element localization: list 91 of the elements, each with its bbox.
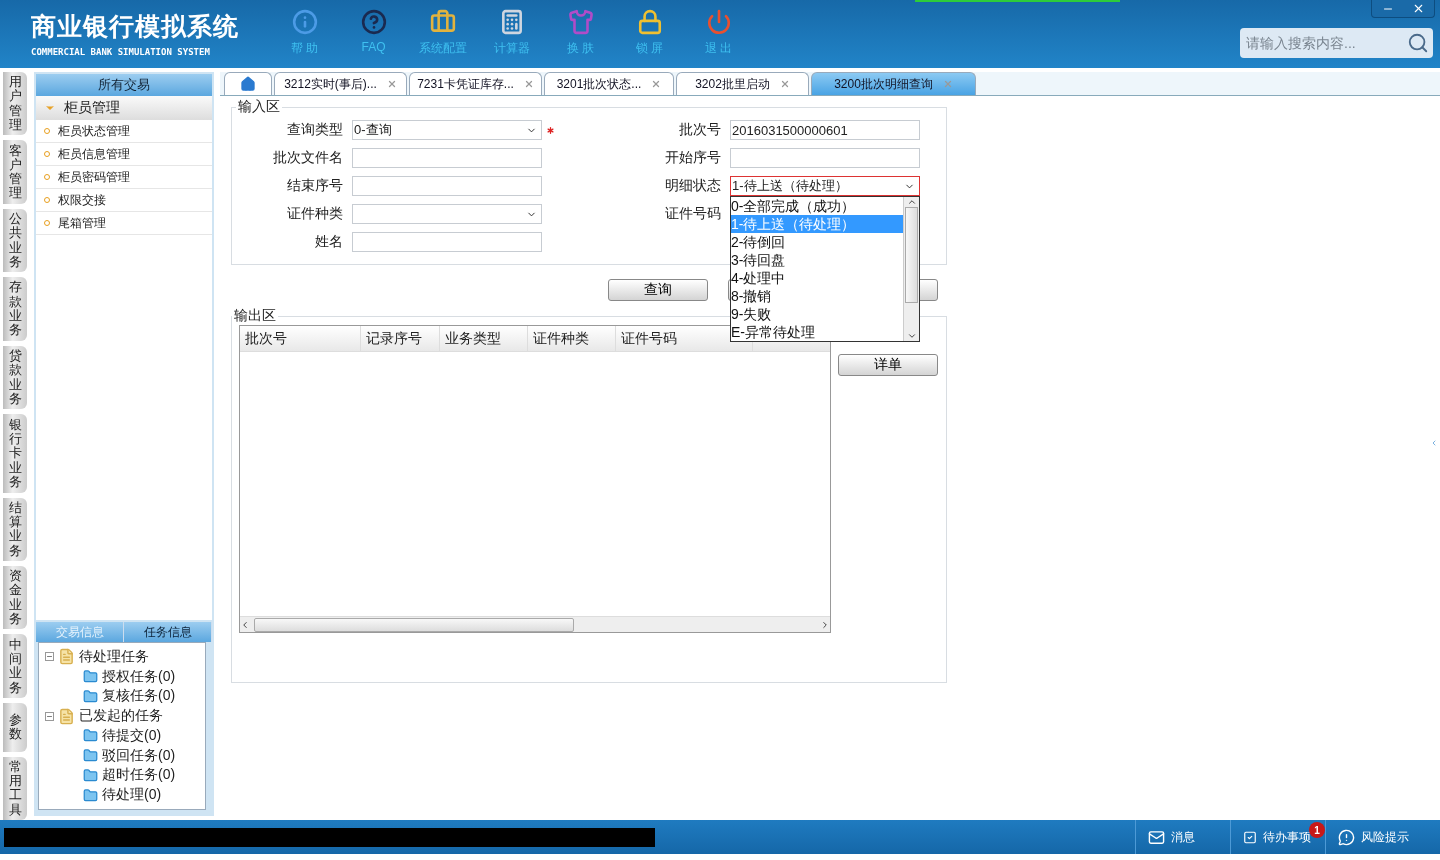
close-icon[interactable]	[779, 79, 790, 89]
section-legend: 输入区	[236, 98, 282, 116]
side-nav-tab[interactable]: 存款业务	[3, 277, 27, 341]
field-label: 证件种类	[286, 205, 343, 223]
tree-leaf[interactable]: 复核任务(0)	[45, 686, 199, 707]
group-label: 柜员管理	[64, 99, 120, 117]
side-nav-tab[interactable]: 银行卡业务	[3, 414, 27, 493]
power-icon	[705, 9, 732, 35]
app-title: 商业银行模拟系统	[31, 11, 240, 42]
close-icon	[1412, 2, 1425, 15]
alert-bubble-icon	[1338, 828, 1355, 846]
toolbox-icon	[429, 9, 456, 35]
menu-group[interactable]: 柜员管理	[36, 96, 212, 120]
close-icon[interactable]	[386, 79, 397, 89]
column-header: 业务类型	[440, 326, 528, 351]
scroll-down-icon[interactable]	[906, 331, 917, 341]
field-label: 批次文件名	[272, 149, 343, 167]
status-item[interactable]: 风险提示	[1325, 820, 1440, 854]
tree-node[interactable]: 已发起的任务	[45, 706, 199, 726]
tab[interactable]: 3202批里启动	[676, 72, 809, 95]
input-field[interactable]	[730, 148, 920, 168]
side-nav-tab[interactable]: 客户管理	[3, 140, 27, 204]
column-header: 证件种类	[528, 326, 616, 351]
field-label: 结束序号	[286, 177, 343, 195]
side-nav-tab[interactable]: 贷款业务	[3, 345, 27, 410]
home-icon	[240, 76, 256, 92]
tree-leaf[interactable]: 驳回任务(0)	[45, 745, 199, 766]
shirt-icon	[567, 9, 594, 35]
side-nav-tab[interactable]: 资金业务	[3, 566, 27, 630]
status-item[interactable]: 待办事项 1	[1230, 820, 1325, 854]
tab[interactable]: 3200批次明细查询	[811, 72, 976, 95]
side-nav-tab[interactable]: 用户管理	[3, 72, 27, 136]
menu-item[interactable]: 柜员密码管理	[36, 166, 212, 189]
tree-leaf[interactable]: 待提交(0)	[45, 726, 199, 746]
scroll-right-icon[interactable]	[820, 619, 830, 630]
field-label: 证件号码	[664, 205, 721, 223]
field-label: 查询类型	[286, 121, 343, 139]
side-nav-tab[interactable]: 中间业务	[3, 634, 27, 698]
input-field[interactable]	[352, 232, 542, 252]
status-item[interactable]: 消息	[1135, 820, 1230, 854]
field-label: 姓名	[314, 233, 343, 251]
close-icon[interactable]	[942, 79, 953, 89]
tab[interactable]	[224, 72, 272, 95]
tab[interactable]: 3212实时(事后)...	[274, 72, 407, 95]
side-nav-tab[interactable]: 结算业务	[3, 497, 27, 562]
help-icon	[360, 9, 387, 35]
section-legend: 输出区	[232, 307, 278, 325]
menu-item[interactable]: 柜员信息管理	[36, 143, 212, 166]
horizontal-scrollbar[interactable]	[240, 616, 830, 632]
side-nav-tab[interactable]: 常用工具	[3, 756, 27, 820]
collapse-toggle-icon[interactable]	[45, 711, 54, 721]
collapse-toggle-icon[interactable]	[45, 652, 54, 662]
mail-icon	[1148, 828, 1165, 846]
info-icon	[291, 9, 318, 35]
input-field[interactable]	[352, 148, 542, 168]
column-header: 批次号	[240, 326, 361, 351]
field-label: 明细状态	[664, 177, 721, 195]
detail-button[interactable]: 详单	[838, 354, 938, 376]
input-field[interactable]	[352, 176, 542, 196]
column-header: 记录序号	[361, 326, 440, 351]
menu-item[interactable]: 权限交接	[36, 189, 212, 212]
lock-icon	[636, 9, 663, 35]
count-badge: 1	[1309, 822, 1325, 838]
tree-leaf[interactable]: 超时任务(0)	[45, 765, 199, 786]
sidebar-heading: 所有交易	[36, 74, 212, 96]
side-nav-tab[interactable]: 公共业务	[3, 208, 27, 273]
search-bar[interactable]: 请输入搜索内容...	[1240, 28, 1433, 58]
tree-leaf[interactable]: 待处理(0)	[45, 785, 199, 805]
search-field[interactable]: 请输入搜索内容...	[1244, 34, 1407, 52]
menu-item[interactable]: 柜员状态管理	[36, 120, 212, 143]
tree-node[interactable]: 待处理任务	[45, 647, 199, 667]
field-label: 开始序号	[664, 149, 721, 167]
app-subtitle: COMMERCIAL BANK SIMULATION SYSTEM	[31, 47, 211, 57]
search-icon	[1407, 32, 1429, 54]
tab[interactable]: 3201批次状态...	[544, 72, 674, 95]
scroll-up-icon[interactable]	[906, 197, 917, 207]
select-field[interactable]: 0-查询	[352, 120, 542, 140]
select-field[interactable]	[352, 204, 542, 224]
scroll-left-icon[interactable]	[240, 619, 250, 630]
collapse-handle-icon[interactable]	[1430, 438, 1438, 448]
close-icon[interactable]	[523, 79, 534, 89]
tab[interactable]: 7231卡凭证库存...	[409, 72, 542, 95]
tree-leaf[interactable]: 授权任务(0)	[45, 666, 199, 687]
select-field[interactable]: 1-待上送（待处理）	[730, 176, 920, 196]
side-nav-tab[interactable]: 参数	[3, 702, 27, 752]
close-icon[interactable]	[651, 79, 662, 89]
query-button[interactable]: 查询	[608, 279, 708, 301]
field-label: 批次号	[678, 121, 721, 139]
vertical-scrollbar[interactable]	[903, 197, 919, 341]
menu-item[interactable]: 尾箱管理	[36, 212, 212, 235]
input-field[interactable]: 2016031500000601	[730, 120, 920, 140]
